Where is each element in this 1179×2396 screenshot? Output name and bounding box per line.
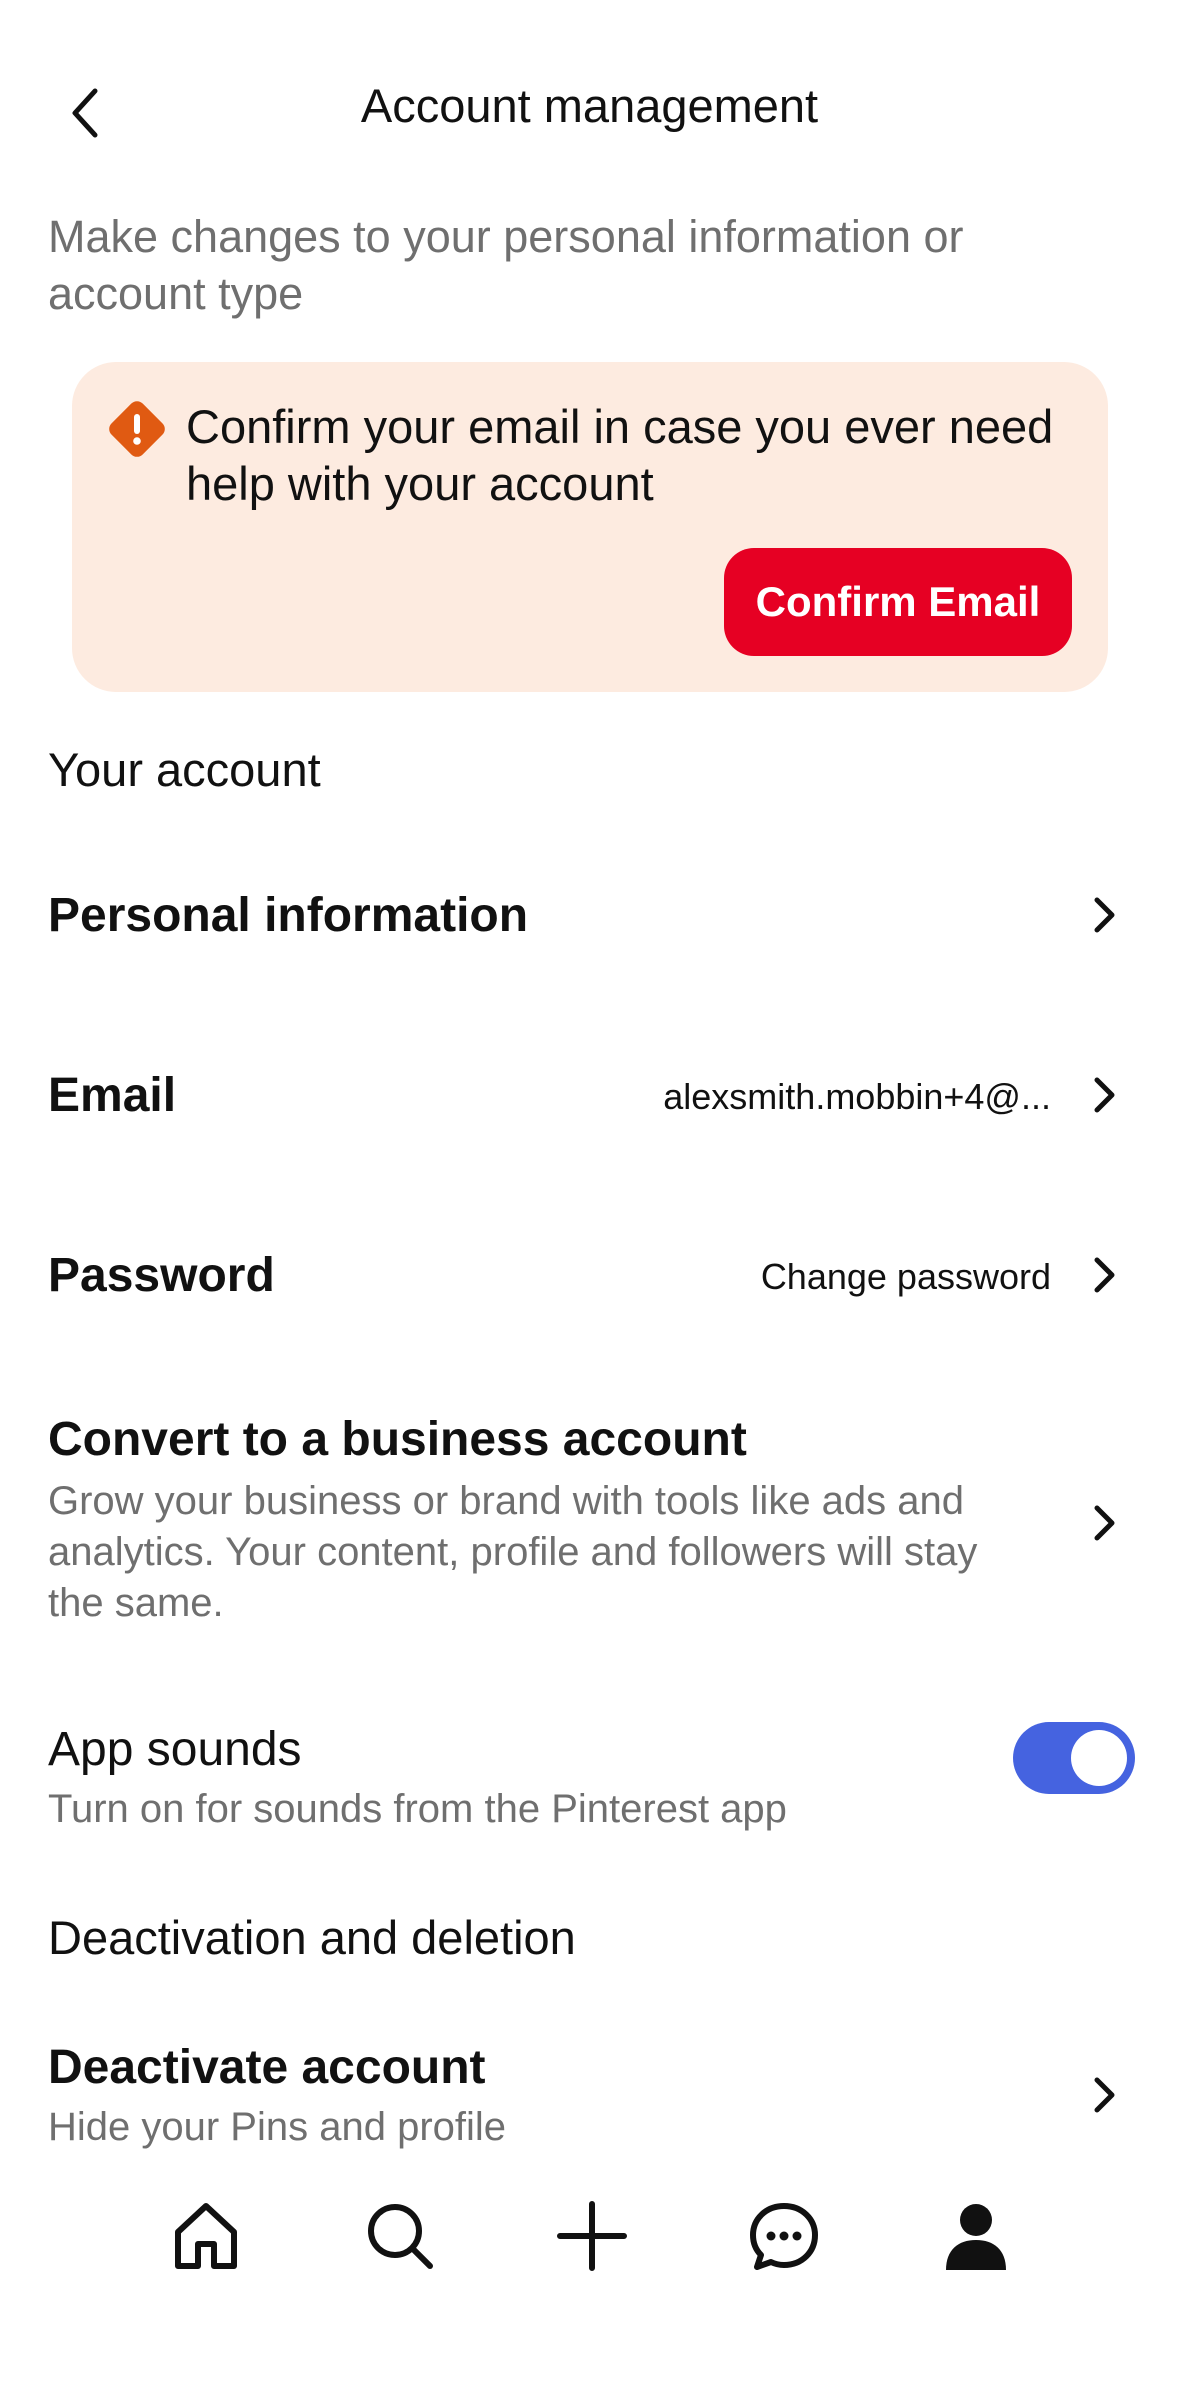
row-description: Hide your Pins and profile [48,2105,507,2149]
row-title: Password [48,1249,275,1302]
nav-search[interactable] [350,2186,450,2286]
bottom-navigation [0,2170,1179,2300]
nav-profile[interactable] [926,2186,1026,2286]
top-app-bar: Account management [0,60,1179,156]
page-subtitle: Make changes to your personal informatio… [48,211,964,319]
personal-information-row[interactable]: Personal information [0,860,1179,970]
section-heading-deactivation: Deactivation and deletion [48,1911,576,1964]
confirm-email-banner: Confirm your email in case you ever need… [72,362,1108,692]
app-sounds-row: App sounds Turn on for sounds from the P… [0,1722,1179,1852]
row-description: Turn on for sounds from the Pinterest ap… [48,1787,787,1831]
create-plus-icon [557,2201,627,2271]
row-title: Email [48,1069,177,1122]
email-row[interactable]: Email alexsmith.mobbin+4@... [0,1040,1179,1150]
home-icon [175,2203,237,2269]
row-title: Deactivate account [48,2041,486,2094]
email-value: alexsmith.mobbin+4@... [663,1076,1051,1117]
chevron-right-icon [1094,2077,1115,2113]
convert-business-row[interactable]: Convert to a business account Grow your … [0,1412,1179,1632]
password-value: Change password [760,1256,1051,1297]
nav-create[interactable] [542,2186,642,2286]
chevron-right-icon [1094,1077,1115,1113]
nav-messages[interactable] [734,2186,834,2286]
account-management-screen: Account management Make changes to your … [0,0,1179,2396]
banner-message: Confirm your email in case you ever need… [186,400,1054,510]
profile-icon [946,2204,1006,2270]
deactivate-account-row[interactable]: Deactivate account Hide your Pins and pr… [0,2040,1179,2170]
row-description: Grow your business or brand with tools l… [48,1479,978,1625]
row-title: Personal information [48,889,529,942]
app-sounds-toggle[interactable] [1013,1722,1135,1794]
confirm-email-button[interactable]: Confirm Email [724,548,1072,656]
row-title: Convert to a business account [48,1413,747,1466]
page-title: Account management [360,79,819,132]
messages-icon [750,2203,818,2270]
toggle-knob [1071,1730,1127,1786]
row-title: App sounds [48,1723,302,1776]
password-row[interactable]: Password Change password [0,1220,1179,1330]
chevron-right-icon [1094,1505,1115,1541]
chevron-right-icon [1094,1257,1115,1293]
search-icon [368,2204,433,2269]
warning-icon [109,401,165,457]
chevron-right-icon [1094,897,1115,933]
nav-home[interactable] [156,2186,256,2286]
section-heading-your-account: Your account [48,743,321,796]
